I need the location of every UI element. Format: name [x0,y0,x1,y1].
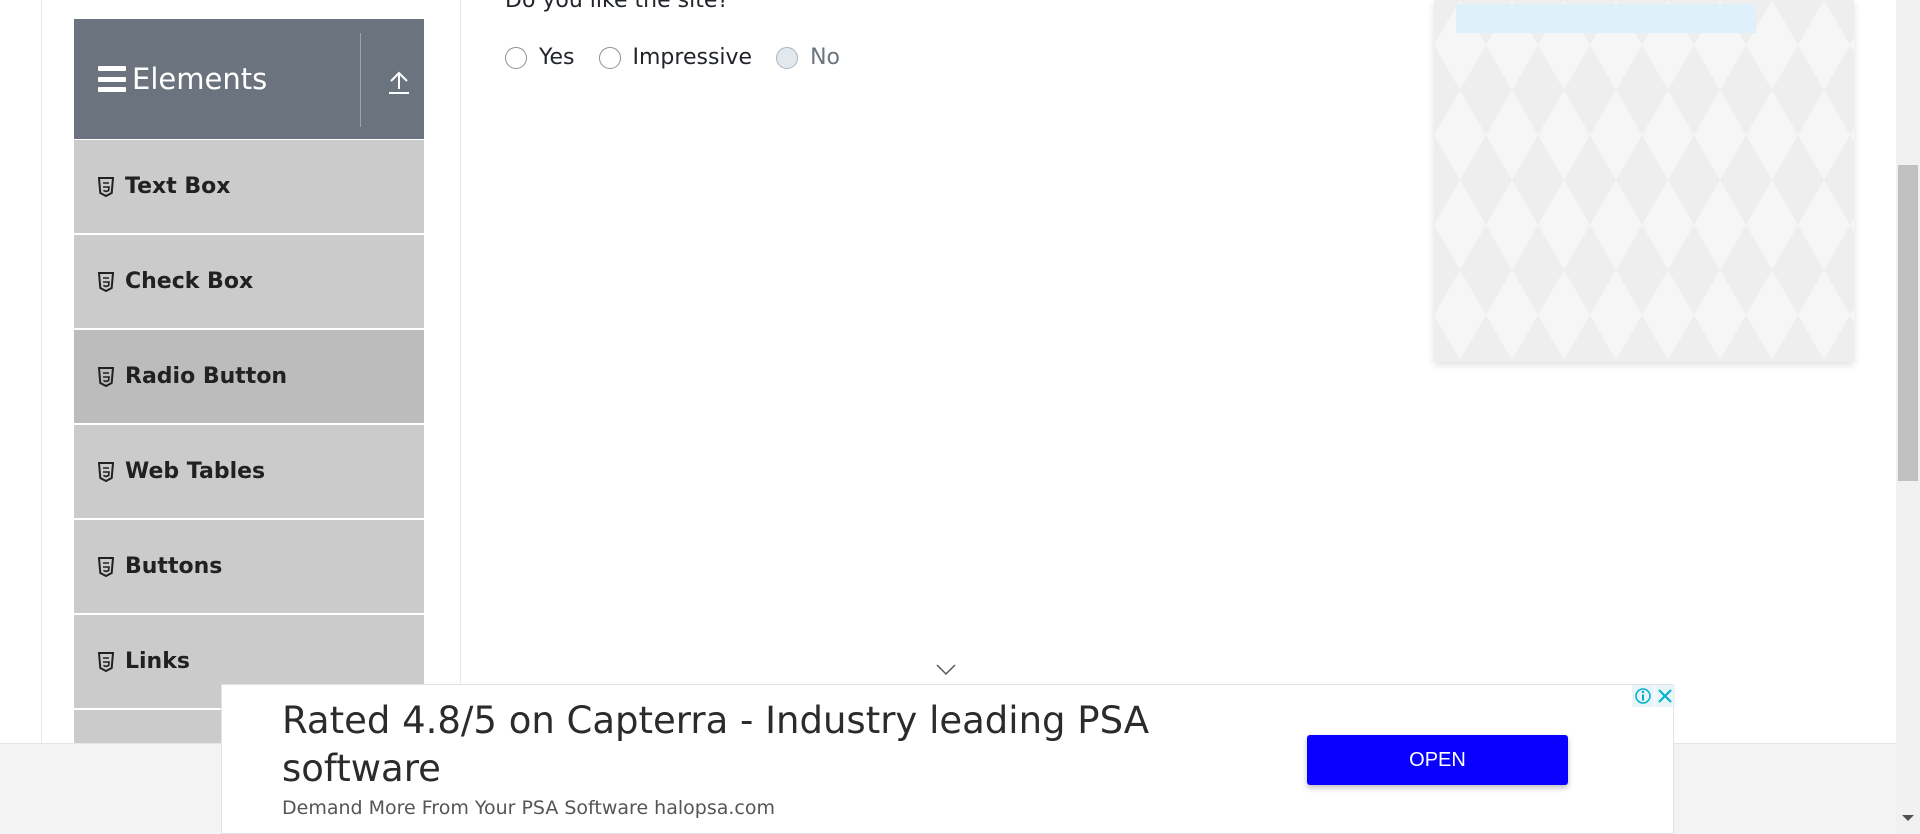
sidebar-item-web-tables[interactable]: Web Tables [74,424,424,519]
html5-icon [98,651,114,672]
scrollbar-thumb[interactable] [1898,165,1918,481]
sidebar-item-label: Text Box [125,174,231,199]
radio-no-input [776,46,799,69]
radio-impressive-input[interactable] [598,46,621,69]
sidebar-item-radio-button[interactable]: Radio Button [74,329,424,424]
sidebar-item-label: Buttons [125,554,223,579]
radio-option-yes[interactable]: Yes [505,45,575,70]
side-ad-bar [1456,4,1756,33]
html5-icon [98,461,114,482]
radio-option-impressive[interactable]: Impressive [598,45,753,70]
side-ad-panel [1434,0,1854,362]
radio-question: Do you like the site? [505,0,730,13]
adchoices-info-icon[interactable] [1632,685,1654,707]
left-rail [41,0,42,743]
ad-open-button[interactable]: OPEN [1307,735,1568,785]
html5-icon [98,556,114,577]
hamburger-icon [98,66,126,92]
header-separator [360,33,361,127]
html5-icon [98,366,114,387]
radio-option-no: No [776,45,840,70]
chevron-down-icon[interactable] [936,664,956,676]
scroll-down-arrow-icon[interactable] [1902,815,1914,821]
ad-headline[interactable]: Rated 4.8/5 on Capterra - Industry leadi… [282,697,1242,793]
sidebar-item-buttons[interactable]: Buttons [74,519,424,614]
sidebar-item-label: Links [125,649,190,674]
elements-group-header[interactable]: Elements [74,19,424,139]
radio-yes-label[interactable]: Yes [539,45,575,70]
radio-impressive-label[interactable]: Impressive [633,45,753,70]
radio-no-label: No [810,45,841,70]
close-icon[interactable] [1655,685,1675,707]
sidebar: Elements Text Box Check Box Radio Button… [74,19,424,749]
collapse-arrow-icon[interactable] [387,69,411,95]
ad-subtext[interactable]: Demand More From Your PSA Software halop… [282,797,775,819]
group-title: Elements [132,62,268,96]
sidebar-item-label: Check Box [125,269,254,294]
ad-banner[interactable]: Rated 4.8/5 on Capterra - Industry leadi… [221,684,1675,834]
sidebar-item-label: Web Tables [125,459,266,484]
radio-group: Yes Impressive No [505,45,864,70]
radio-yes-input[interactable] [505,46,527,69]
html5-icon [98,271,114,292]
sidebar-item-text-box[interactable]: Text Box [74,139,424,234]
html5-icon [98,176,114,197]
sidebar-item-check-box[interactable]: Check Box [74,234,424,329]
sidebar-item-label: Radio Button [125,364,288,389]
content-divider [460,0,461,743]
